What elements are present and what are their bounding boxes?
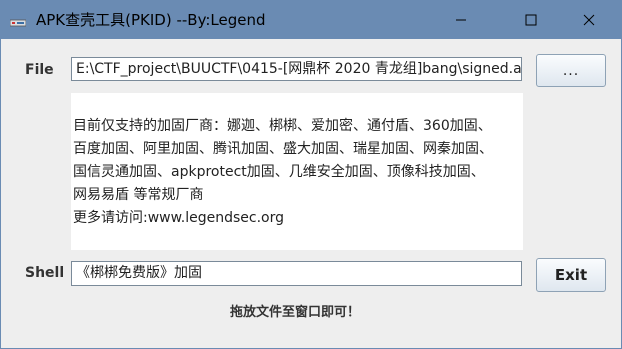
- file-path-field[interactable]: E:\CTF_project\BUUCTF\0415-[网鼎杯 2020 青龙组…: [71, 57, 522, 81]
- result-line: 目前仅支持的加固厂商：娜迦、梆梆、爱加密、通付盾、360加固、: [73, 118, 492, 134]
- result-line: 百度加固、阿里加固、腾讯加固、盛大加固、瑞星加固、网秦加固、: [73, 141, 493, 157]
- app-logo-icon: [9, 14, 27, 27]
- shell-label: Shell: [25, 265, 65, 281]
- result-line: 国信灵通加固、apkprotect加固、几维安全加固、顶像科技加固、: [73, 164, 485, 180]
- minimize-button[interactable]: [438, 1, 484, 39]
- maximize-button[interactable]: [508, 1, 554, 39]
- exit-button[interactable]: Exit: [536, 258, 606, 292]
- result-text-area[interactable]: 目前仅支持的加固厂商：娜迦、梆梆、爱加密、通付盾、360加固、 百度加固、阿里加…: [71, 93, 523, 250]
- title-bar[interactable]: APK查壳工具(PKID) --By:Legend: [1, 1, 621, 39]
- file-label: File: [25, 62, 54, 78]
- shell-result-field[interactable]: 《梆梆免费版》加固: [71, 261, 522, 286]
- close-icon: [583, 14, 595, 26]
- browse-button[interactable]: ...: [536, 54, 606, 87]
- status-hint: 拖放文件至窗口即可！: [229, 305, 360, 320]
- minimize-icon: [455, 14, 467, 26]
- close-button[interactable]: [566, 1, 612, 39]
- window-title: APK查壳工具(PKID) --By:Legend: [36, 11, 266, 29]
- result-line: 更多请访问:www.legendsec.org: [73, 210, 285, 226]
- main-panel: File E:\CTF_project\BUUCTF\0415-[网鼎杯 202…: [1, 39, 621, 348]
- maximize-icon: [525, 14, 537, 26]
- app-window: APK查壳工具(PKID) --By:Legend File E:\CTF_pr…: [0, 0, 622, 349]
- result-line: 网易易盾 等常规厂商: [73, 187, 204, 203]
